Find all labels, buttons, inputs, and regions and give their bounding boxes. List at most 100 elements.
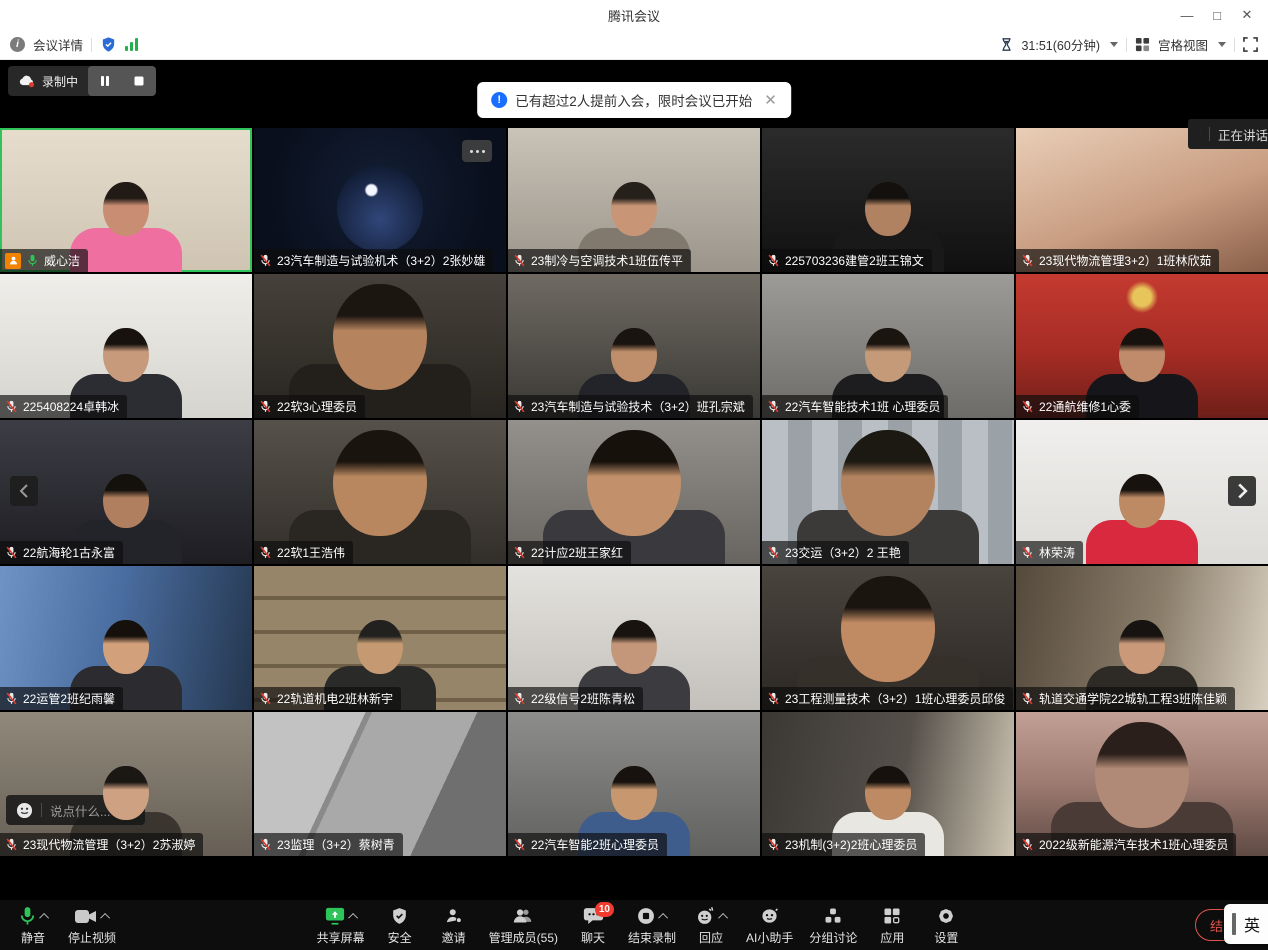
view-dropdown-icon[interactable] bbox=[1218, 42, 1226, 47]
ime-cursor bbox=[1232, 913, 1236, 935]
minimize-button[interactable]: — bbox=[1172, 8, 1202, 23]
record-options-chevron[interactable] bbox=[658, 912, 668, 922]
video-tile[interactable]: 225408224卓韩冰 bbox=[0, 274, 252, 418]
reactions-button[interactable]: 回应 bbox=[684, 900, 738, 950]
notification-banner: ! 已有超过2人提前入会，限时会议已开始 ✕ bbox=[477, 82, 791, 118]
participant-name-label: 225703236建管2班王锦文 bbox=[762, 249, 932, 272]
ime-language-label: 英 bbox=[1244, 912, 1260, 936]
mic-muted-icon bbox=[513, 692, 526, 705]
video-tile[interactable]: 23现代物流管理3+2）1班林欣茹 bbox=[1016, 128, 1268, 272]
active-speaker-text: 正在讲话 bbox=[1218, 125, 1268, 144]
participant-name-label: 23现代物流管理（3+2）2苏淑婷 bbox=[0, 833, 203, 856]
participant-name-label: 22汽车智能2班心理委员 bbox=[508, 833, 667, 856]
stop-recording-small-button[interactable] bbox=[122, 66, 156, 96]
video-tile[interactable]: 威心洁 bbox=[0, 128, 252, 272]
invite-icon bbox=[444, 906, 464, 926]
stop-recording-button[interactable]: 结束录制 bbox=[620, 900, 684, 950]
participant-name-label: 23汽车制造与试验机术（3+2）2张妙雄 bbox=[254, 249, 493, 272]
chat-input-placeholder[interactable]: 说点什么... bbox=[50, 801, 110, 820]
participant-name-label: 轨道交通学院22城轨工程3班陈佳颖 bbox=[1016, 687, 1235, 710]
participant-name-label: 23交运（3+2）2 王艳 bbox=[762, 541, 909, 564]
cloud-recording-icon bbox=[18, 74, 36, 88]
video-tile[interactable]: 22软3心理委员 bbox=[254, 274, 506, 418]
manage-members-button[interactable]: 管理成员(55) bbox=[481, 900, 566, 950]
security-button[interactable]: 安全 bbox=[373, 900, 427, 950]
end-meeting-area: 结束会 英 bbox=[1158, 900, 1268, 950]
grid-view-icon bbox=[1135, 37, 1150, 52]
timer-dropdown-icon[interactable] bbox=[1110, 42, 1118, 47]
reactions-options-chevron[interactable] bbox=[718, 912, 728, 922]
view-mode-selector[interactable]: 宫格视图 bbox=[1158, 35, 1208, 54]
mic-muted-icon bbox=[767, 692, 780, 705]
mic-muted-icon bbox=[259, 692, 272, 705]
video-tile[interactable]: 22汽车智能技术1班 心理委员 bbox=[762, 274, 1014, 418]
mic-muted-icon bbox=[5, 400, 18, 413]
prev-page-button[interactable] bbox=[10, 476, 38, 506]
bottom-toolbar: 静音 停止视频 共享屏幕 安 bbox=[0, 900, 1268, 950]
mic-muted-icon bbox=[1021, 838, 1034, 851]
settings-button[interactable]: 设置 bbox=[919, 900, 973, 950]
security-shield-icon[interactable] bbox=[100, 36, 117, 53]
chat-button[interactable]: 10 聊天 bbox=[566, 900, 620, 950]
video-tile[interactable]: 23汽车制造与试验技术（3+2）班孔宗斌 bbox=[508, 274, 760, 418]
security-icon bbox=[390, 906, 409, 926]
video-tile[interactable]: 23交运（3+2）2 王艳 bbox=[762, 420, 1014, 564]
meeting-details-link[interactable]: 会议详情 bbox=[33, 35, 83, 54]
participant-name-label: 23现代物流管理3+2）1班林欣茹 bbox=[1016, 249, 1219, 272]
video-tile[interactable]: 22计应2班王家红 bbox=[508, 420, 760, 564]
video-tile[interactable]: 23制冷与空调技术1班伍传平 bbox=[508, 128, 760, 272]
participant-name-label: 22运管2班纪雨馨 bbox=[0, 687, 123, 710]
hourglass-icon bbox=[1000, 37, 1013, 52]
video-tile[interactable]: 23监理（3+2）蔡树青 bbox=[254, 712, 506, 856]
video-tile[interactable]: 22级信号2班陈青松 bbox=[508, 566, 760, 710]
video-tile[interactable]: 轨道交通学院22城轨工程3班陈佳颖 bbox=[1016, 566, 1268, 710]
close-button[interactable]: ✕ bbox=[1232, 7, 1262, 23]
mic-on-icon bbox=[26, 254, 39, 267]
video-tile[interactable]: 22轨道机电2班林新宇 bbox=[254, 566, 506, 710]
next-page-button[interactable] bbox=[1228, 476, 1256, 506]
video-tile[interactable]: 23工程测量技术（3+2）1班心理委员邱俊 bbox=[762, 566, 1014, 710]
mic-options-chevron[interactable] bbox=[39, 912, 49, 922]
active-speaker-indicator: 正在讲话 bbox=[1188, 119, 1268, 149]
reactions-icon bbox=[695, 906, 716, 926]
banner-close-icon[interactable]: ✕ bbox=[764, 91, 777, 109]
video-tile[interactable]: 23现代物流管理（3+2）2苏淑婷 bbox=[0, 712, 252, 856]
ai-assistant-button[interactable]: AI小助手 bbox=[738, 900, 801, 950]
maximize-button[interactable]: □ bbox=[1202, 8, 1232, 23]
stop-record-icon bbox=[636, 906, 656, 926]
video-tile[interactable]: 22软1王浩伟 bbox=[254, 420, 506, 564]
video-tile[interactable]: 22通航维修1心委 bbox=[1016, 274, 1268, 418]
mic-muted-icon bbox=[1021, 692, 1034, 705]
apps-button[interactable]: 应用 bbox=[865, 900, 919, 950]
participant-name-label: 22级信号2班陈青松 bbox=[508, 687, 643, 710]
video-tile[interactable]: 225703236建管2班王锦文 bbox=[762, 128, 1014, 272]
mic-muted-icon bbox=[513, 400, 526, 413]
banner-text: 已有超过2人提前入会，限时会议已开始 bbox=[515, 90, 752, 110]
host-badge-icon bbox=[5, 253, 21, 269]
members-icon bbox=[512, 906, 534, 926]
breakout-rooms-button[interactable]: 分组讨论 bbox=[801, 900, 865, 950]
network-signal-icon[interactable] bbox=[125, 38, 138, 51]
video-tile[interactable]: 22汽车智能2班心理委员 bbox=[508, 712, 760, 856]
mute-button[interactable]: 静音 bbox=[6, 900, 60, 950]
mic-icon bbox=[18, 906, 37, 926]
mic-muted-icon bbox=[767, 838, 780, 851]
meeting-menubar: i 会议详情 31:51(60分钟) 宫格视图 bbox=[0, 30, 1268, 60]
share-screen-button[interactable]: 共享屏幕 bbox=[309, 900, 373, 950]
more-options-button[interactable] bbox=[462, 140, 492, 162]
emoji-icon[interactable] bbox=[16, 802, 33, 819]
invite-button[interactable]: 邀请 bbox=[427, 900, 481, 950]
stop-video-button[interactable]: 停止视频 bbox=[60, 900, 124, 950]
video-tile[interactable]: 2022级新能源汽车技术1班心理委员 bbox=[1016, 712, 1268, 856]
video-stage: 录制中 ! 已有超过2人提前入会，限时会议已开始 ✕ bbox=[0, 60, 1268, 900]
pause-recording-button[interactable] bbox=[88, 66, 122, 96]
video-tile[interactable]: 23汽车制造与试验机术（3+2）2张妙雄 bbox=[254, 128, 506, 272]
settings-gear-icon bbox=[936, 906, 956, 926]
video-options-chevron[interactable] bbox=[100, 912, 110, 922]
recording-status-label: 录制中 bbox=[42, 73, 78, 90]
share-options-chevron[interactable] bbox=[348, 912, 358, 922]
ai-assistant-icon bbox=[759, 906, 780, 926]
video-tile[interactable]: 22运管2班纪雨馨 bbox=[0, 566, 252, 710]
video-tile[interactable]: 23机制(3+2)2班心理委员 bbox=[762, 712, 1014, 856]
fullscreen-icon[interactable] bbox=[1243, 37, 1258, 52]
